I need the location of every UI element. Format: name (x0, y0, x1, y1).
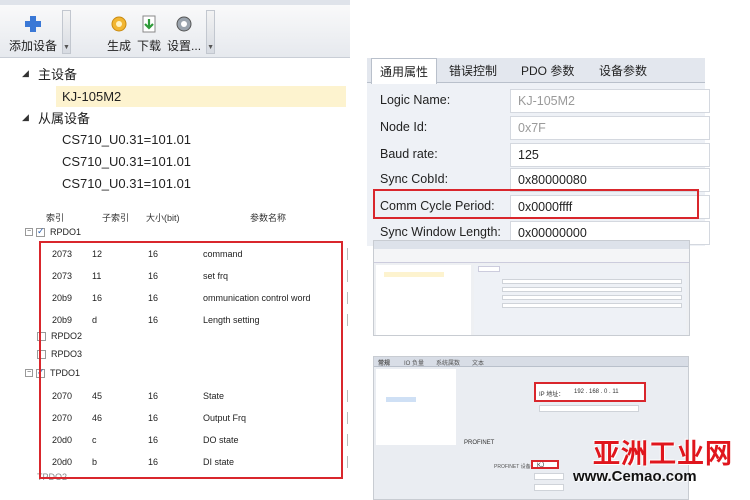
mini-tab (478, 266, 500, 272)
tab-pdo-params[interactable]: PDO 参数 (513, 58, 582, 83)
mini-tabs: 常规 IO 负量 系统属数 文本 (374, 357, 688, 367)
group-rpdo1[interactable]: − RPDO1 (25, 226, 82, 237)
mini-field (502, 287, 682, 292)
generate-button[interactable]: 生成 (104, 13, 134, 54)
row-edge (347, 270, 352, 282)
tab-error-control[interactable]: 错误控制 (441, 58, 505, 83)
tree-item-master-device[interactable]: KJ-105M2 (56, 86, 346, 107)
sync-window-label: Sync Window Length: (380, 225, 501, 239)
baud-rate-field[interactable]: 125 (510, 143, 710, 167)
mini-tab-label: 常规 (378, 361, 391, 367)
master-device-label: KJ-105M2 (62, 89, 122, 104)
row-edge (347, 412, 352, 424)
settings-gear-icon (173, 13, 195, 35)
mini-tab-label: 文本 (472, 361, 485, 367)
mini-titlebar (374, 241, 689, 249)
add-device-button[interactable]: 添加设备 (6, 13, 60, 54)
row-edge (347, 314, 352, 326)
tree-node-master[interactable]: ◢ 主设备 (22, 63, 77, 84)
collapse-triangle-icon[interactable]: ◢ (22, 112, 38, 123)
slave-label: 从属设备 (38, 111, 91, 126)
col-size: 大小(bit) (146, 213, 180, 223)
watermark-logo: 亚洲工业网 www.Cemao.com (573, 432, 743, 494)
watermark-title: 亚洲工业网 (593, 439, 733, 470)
ip-value: 192 . 168 . 0 . 11 (574, 389, 619, 395)
node-id-label: Node Id: (380, 120, 428, 134)
device-tree: ◢ 主设备 KJ-105M2 ◢ 从属设备 CS710_U0.31=101.01… (22, 62, 352, 210)
mini-field (502, 279, 682, 284)
settings-button[interactable]: 设置... (164, 13, 204, 54)
add-device-label: 添加设备 (9, 39, 58, 53)
toolbar: 添加设备 ▼ 生成 下载 设置... ▼ (0, 0, 350, 58)
master-label: 主设备 (38, 67, 78, 82)
settings-label: 设置... (167, 39, 202, 53)
property-tabs: 通用属性 错误控制 PDO 参数 设备参数 (367, 58, 705, 84)
settings-dropdown[interactable]: ▼ (206, 10, 216, 54)
row-edge (347, 390, 352, 402)
highlight-ip: IP 地址： 192 . 168 . 0 . 11 (534, 382, 646, 402)
sync-cobid-label: Sync CobId: (380, 172, 449, 186)
toolbar-group-build: 生成 下载 设置... ▼ (104, 8, 216, 54)
mini-field (534, 473, 564, 480)
tree-item-slave[interactable]: CS710_U0.31=101.01 (62, 129, 191, 150)
logic-name-label: Logic Name: (380, 93, 451, 107)
row-edge (347, 434, 352, 446)
mini-nav (376, 369, 456, 445)
title-strip (0, 0, 350, 5)
row-edge (347, 292, 352, 304)
mini-tree-selection (384, 272, 444, 277)
collapse-icon[interactable]: − (25, 369, 33, 377)
device-name-value: KJ (537, 463, 545, 469)
group-label: RPDO1 (50, 227, 82, 237)
watermark-url: www.Cemao.com (573, 468, 697, 485)
node-id-field[interactable]: 0x7F (510, 116, 710, 140)
row-edge (347, 248, 352, 260)
logic-name-field[interactable]: KJ-105M2 (510, 89, 710, 113)
mini-screenshot-properties (373, 240, 690, 336)
highlight-pdo-rows (39, 241, 343, 479)
baud-rate-label: Baud rate: (380, 147, 438, 161)
rpdo1-checkbox[interactable] (36, 226, 45, 237)
download-icon (138, 13, 160, 35)
mini-tab-label: IO 负量 (404, 361, 425, 367)
profinet-section-label: PROFINET (464, 440, 495, 446)
col-param-name: 参数名称 (250, 213, 287, 223)
ip-label: IP 地址： (539, 392, 565, 398)
prop-row-baud-rate: Baud rate: 125 (377, 143, 710, 169)
slave-device-label: CS710_U0.31=101.01 (62, 132, 192, 147)
tree-item-slave[interactable]: CS710_U0.31=101.01 (62, 151, 191, 172)
col-subindex: 子索引 (102, 213, 130, 223)
highlight-comm-cycle (373, 189, 699, 219)
mini-field (539, 405, 639, 412)
col-index: 索引 (46, 213, 65, 223)
mini-props (474, 265, 686, 335)
mini-field (502, 295, 682, 300)
generate-icon (108, 13, 130, 35)
tab-general[interactable]: 通用属性 (371, 58, 438, 84)
mini-tab-label: 系统属数 (436, 361, 461, 367)
pdo-table-header: 索引 子索引 大小(bit) 参数名称 (22, 210, 352, 224)
slave-device-label: CS710_U0.31=101.01 (62, 154, 192, 169)
collapse-icon[interactable]: − (25, 228, 33, 236)
mini-field (534, 484, 564, 491)
generate-label: 生成 (107, 39, 132, 53)
add-device-icon (22, 13, 44, 35)
slave-device-label: CS710_U0.31=101.01 (62, 176, 192, 191)
tree-item-slave[interactable]: CS710_U0.31=101.01 (62, 173, 191, 194)
prop-row-node-id: Node Id: 0x7F (377, 116, 710, 142)
prop-row-logic-name: Logic Name: KJ-105M2 (377, 89, 710, 115)
add-device-dropdown[interactable]: ▼ (62, 10, 72, 54)
mini-toolbar (374, 249, 689, 263)
tree-node-slaves[interactable]: ◢ 从属设备 (22, 107, 90, 128)
row-edge (347, 456, 352, 468)
collapse-triangle-icon[interactable]: ◢ (22, 68, 38, 79)
mini-nav-selection (386, 397, 416, 402)
download-label: 下载 (137, 39, 162, 53)
tab-device-params[interactable]: 设备参数 (591, 58, 655, 83)
mini-field (502, 303, 682, 308)
download-button[interactable]: 下载 (134, 13, 164, 54)
toolbar-group-add: 添加设备 ▼ (6, 8, 72, 54)
highlight-device-name: KJ (531, 460, 559, 469)
